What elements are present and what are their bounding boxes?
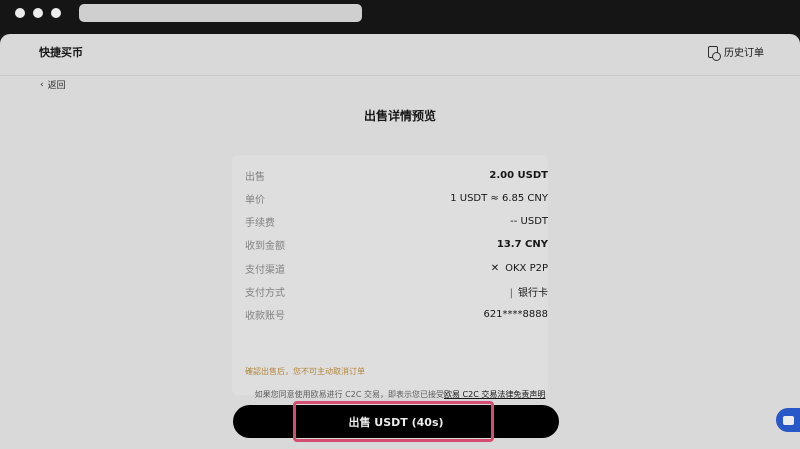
- detail-row: 支付渠道 ✕ OKX P2P: [245, 261, 548, 276]
- window-close-dot[interactable]: [15, 8, 25, 18]
- address-bar[interactable]: [79, 4, 362, 22]
- disclaimer: 如果您同意使用欧易进行 C2C 交易，即表示您已接受欧易 C2C 交易法律免责声…: [0, 389, 800, 400]
- detail-row: 手续费 -- USDT: [245, 214, 548, 229]
- bank-card-icon: |: [509, 287, 513, 299]
- browser-chrome: [0, 0, 800, 34]
- warning-text: 確認出售后，您不可主动取消订单: [245, 367, 365, 376]
- detail-label: 支付渠道: [245, 264, 285, 276]
- detail-label: 手续费: [245, 217, 275, 229]
- detail-value: 13.7 CNY: [496, 238, 548, 250]
- detail-value: -- USDT: [510, 215, 548, 227]
- page-title: 出售详情预览: [363, 109, 436, 123]
- window-maximize-dot[interactable]: [51, 8, 61, 18]
- detail-label: 收到金额: [245, 240, 285, 252]
- sell-button-label: 出售 USDT (40s): [348, 415, 444, 429]
- detail-label: 出售: [245, 171, 265, 183]
- detail-label: 单价: [245, 194, 265, 206]
- detail-label: 支付方式: [245, 287, 285, 299]
- back-label: 返回: [47, 81, 66, 91]
- detail-row: 单价 1 USDT ≈ 6.85 CNY: [245, 191, 548, 206]
- back-link[interactable]: ‹ 返回: [40, 78, 66, 92]
- detail-value: 2.00 USDT: [489, 169, 548, 181]
- page: 快捷买币 历史订单 ‹ 返回 出售详情预览 出售 2.00 USDT 单价 1 …: [0, 34, 800, 449]
- detail-row: 出售 2.00 USDT: [245, 168, 548, 183]
- detail-value: 621****8888: [483, 308, 548, 320]
- detail-label: 收款账号: [245, 310, 285, 322]
- history-label: 历史订单: [724, 48, 764, 59]
- chevron-left-icon: ‹: [40, 79, 44, 90]
- disclaimer-link[interactable]: 欧易 C2C 交易法律免责声明: [444, 390, 545, 399]
- detail-row: 收到金额 13.7 CNY: [245, 237, 548, 252]
- detail-row: 收款账号 621****8888: [245, 307, 548, 322]
- history-orders-link[interactable]: 历史订单: [708, 44, 764, 61]
- window-minimize-dot[interactable]: [33, 8, 43, 18]
- okx-logo-icon: ✕: [490, 262, 500, 274]
- header-divider: [0, 75, 800, 76]
- chat-icon: [782, 415, 794, 425]
- history-icon: [708, 45, 721, 61]
- detail-value: 1 USDT ≈ 6.85 CNY: [450, 192, 548, 204]
- details-card: 出售 2.00 USDT 单价 1 USDT ≈ 6.85 CNY 手续费 --…: [232, 155, 548, 395]
- disclaimer-text: 如果您同意使用欧易进行 C2C 交易，即表示您已接受: [254, 390, 444, 399]
- chat-support-button[interactable]: [776, 408, 800, 432]
- payment-method-value: | 银行卡: [510, 284, 548, 299]
- detail-value: 银行卡: [518, 287, 548, 299]
- detail-value: OKX P2P: [505, 262, 548, 274]
- sell-usdt-button[interactable]: 出售 USDT (40s): [233, 405, 559, 438]
- detail-row: 支付方式 | 银行卡: [245, 284, 548, 299]
- brand-title: 快捷买币: [39, 46, 83, 59]
- payment-channel-value: ✕ OKX P2P: [491, 263, 548, 274]
